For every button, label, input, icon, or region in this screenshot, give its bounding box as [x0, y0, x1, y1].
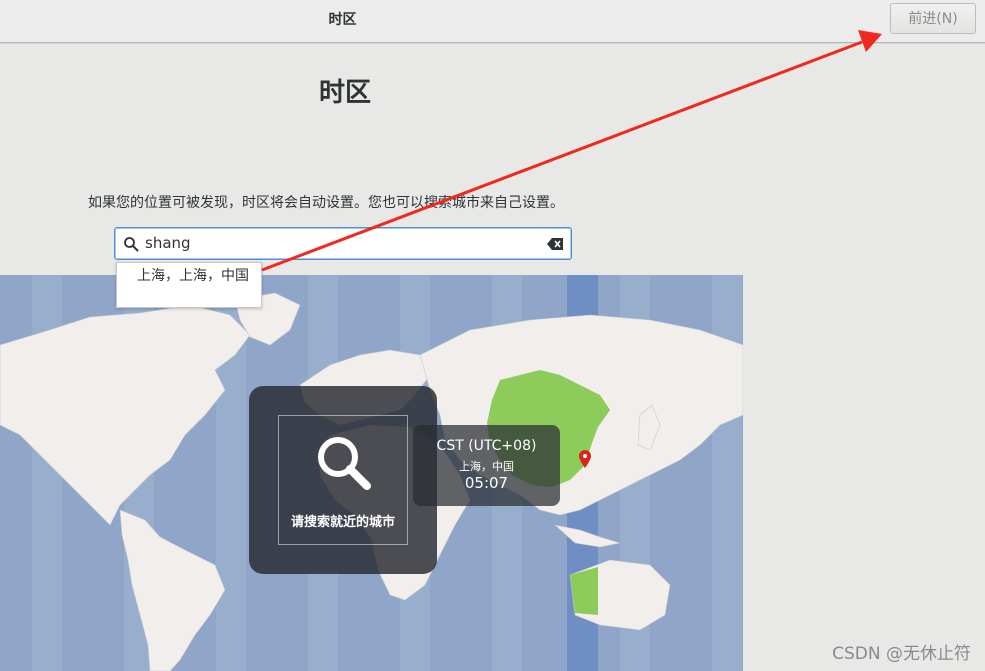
- timezone-time: 05:07: [464, 474, 509, 492]
- header-bar: 时区 前进(N): [0, 0, 985, 43]
- window-title: 时区: [328, 12, 357, 28]
- location-pin-icon: [579, 450, 591, 468]
- search-hint-overlay: 请搜索就近的城市: [249, 386, 437, 574]
- search-icon: [124, 237, 139, 252]
- timezone-name: CST (UTC+08): [436, 438, 537, 454]
- next-button[interactable]: 前进(N): [890, 3, 976, 34]
- search-suggestions: 上海，上海，中国: [116, 262, 262, 308]
- search-icon: [318, 437, 371, 490]
- timezone-city: 上海，中国: [459, 460, 514, 473]
- search-input-value[interactable]: shang: [145, 234, 191, 252]
- timezone-popup: CST (UTC+08) 上海，中国 05:07: [413, 425, 560, 506]
- suggestion-item[interactable]: 上海，上海，中国: [137, 265, 249, 285]
- location-hint: 如果您的位置可被发现，时区将会自动设置。您也可以搜索城市来自己设置。: [88, 195, 564, 211]
- city-search-input[interactable]: shang: [114, 227, 572, 260]
- page-title: 时区: [318, 78, 371, 108]
- clear-text-icon[interactable]: [547, 238, 563, 250]
- search-hint-frame: 请搜索就近的城市: [278, 415, 408, 545]
- search-hint-label: 请搜索就近的城市: [290, 515, 395, 530]
- watermark: CSDN @无休止符: [832, 644, 971, 664]
